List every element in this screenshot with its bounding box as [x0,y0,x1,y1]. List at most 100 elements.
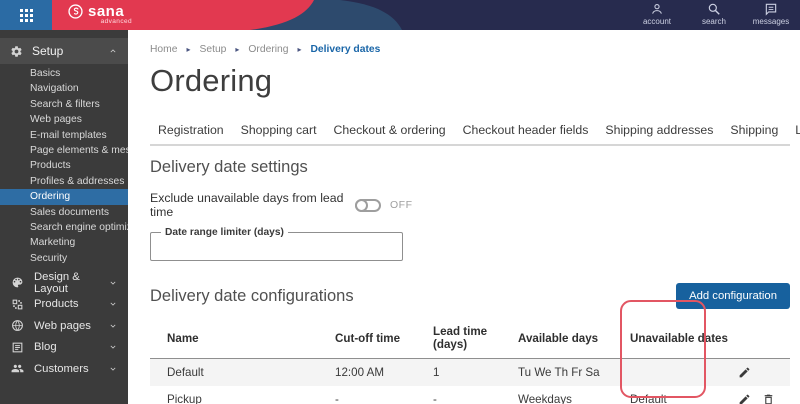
tab[interactable]: Shipping addresses [605,123,713,144]
sidebar-subitem[interactable]: Page elements & messages [0,143,128,158]
top-bar: sana advanced account search messages [0,0,800,30]
exclude-unavailable-days-toggle[interactable] [355,198,381,212]
date-range-limiter-input[interactable] [159,241,394,255]
column-header-available-days: Available days [518,319,630,359]
chevron-down-icon [110,345,116,349]
configurations-header: Delivery date configurations Add configu… [150,283,790,309]
account-label: account [642,17,672,26]
cell-name: Default [167,366,204,379]
search-label: search [701,17,726,26]
cell-cutoff-time: - [335,393,339,404]
sidebar-subitem[interactable]: Basics [0,66,128,81]
date-range-limiter-field: Date range limiter (days) [150,227,403,261]
search-icon [708,3,720,15]
palette-icon [12,277,23,288]
tab[interactable]: Checkout header fields [463,123,589,144]
sana-logo[interactable]: sana [68,4,124,19]
search-button[interactable]: search [693,2,735,26]
sidebar-subitem[interactable]: Marketing [0,235,128,250]
account-icon [652,4,662,14]
delivery-date-settings-heading: Delivery date settings [150,158,308,176]
configurations-table: Name Cut-off time Lead time (days) Avail… [150,319,790,404]
tab[interactable]: Shopping cart [241,123,317,144]
delivery-date-configurations-heading: Delivery date configurations [150,286,354,305]
breadcrumb-separator-icon: ▸ [186,45,191,54]
exclude-unavailable-days-row: Exclude unavailable days from lead time … [150,191,790,219]
tab[interactable]: Locations [795,123,800,144]
column-header-unavailable-dates: Unavailable dates [630,319,735,359]
tab[interactable]: Shipping [730,123,778,144]
edit-pencil-icon[interactable] [738,393,751,404]
sidebar-subitem[interactable]: Profiles & addresses [0,174,128,189]
row-actions [735,393,790,404]
tab-bar: Registration Shopping cart Checkout & or… [150,123,800,146]
blog-article-icon [12,342,23,353]
tab[interactable]: Registration [158,123,224,144]
cell-name: Pickup [167,393,202,404]
cell-lead-time: - [433,393,437,404]
sidebar-item-design-layout[interactable]: Design & Layout [0,271,128,295]
sidebar-section-label: Products [34,298,79,311]
cell-available-days: Tu We Th Fr Sa [518,366,600,379]
sidebar-item-blog[interactable]: Blog [0,337,128,359]
cell-unavailable-dates [630,359,735,387]
cell-lead-time: 1 [433,366,440,379]
sidebar-subitem[interactable]: E-mail templates [0,128,128,143]
messages-icon [765,3,777,16]
messages-button[interactable]: messages [750,2,792,26]
breadcrumb: Home ▸ Setup ▸ Ordering ▸ Delivery dates [150,44,790,55]
tab[interactable]: Checkout & ordering [334,123,446,144]
sidebar-item-setup[interactable]: Setup [0,38,128,64]
add-configuration-button[interactable]: Add configuration [676,283,790,309]
setup-submenu: Basics Navigation Search & filters Web p… [0,66,128,266]
sidebar-subitem[interactable]: Security [0,251,128,266]
sidebar-item-web-pages[interactable]: Web pages [0,315,128,337]
sidebar-subitem[interactable]: Ordering [0,189,128,205]
sidebar-subitem[interactable]: Search engine optimization [0,220,128,235]
chevron-up-icon [110,49,116,53]
sidebar-section-label: Blog [34,341,57,354]
date-range-limiter-label: Date range limiter (days) [165,227,284,238]
table-row: Pickup - - Weekdays Default [150,386,790,404]
breadcrumb-home[interactable]: Home [150,44,177,55]
brand-edition: advanced [100,18,132,25]
sidebar-item-products[interactable]: Products [0,294,128,316]
sana-logo-icon [68,4,83,19]
cell-unavailable-dates: Default [630,393,667,404]
products-grid-icon [12,299,23,310]
column-header-cutoff: Cut-off time [335,319,433,359]
chevron-down-icon [110,367,116,371]
app-grid-button[interactable] [0,0,52,30]
cell-available-days: Weekdays [518,393,572,404]
table-header-row: Name Cut-off time Lead time (days) Avail… [150,319,790,359]
page-title: Ordering [150,63,273,98]
row-actions [735,366,790,379]
toggle-label: Exclude unavailable days from lead time [150,191,344,219]
sidebar-section-label: Web pages [34,319,91,332]
sidebar-subitem[interactable]: Search & filters [0,97,128,112]
sidebar-subitem[interactable]: Products [0,158,128,173]
apps-grid-icon [19,8,33,22]
cell-cutoff-time: 12:00 AM [335,366,384,379]
sidebar-section-label: Customers [34,362,89,375]
account-button[interactable]: account [636,2,678,26]
toggle-knob [355,198,368,212]
gear-icon [11,45,22,57]
sidebar-subitem[interactable]: Sales documents [0,205,128,220]
breadcrumb-setup[interactable]: Setup [199,44,226,55]
topbar-actions: account search messages [636,2,792,26]
breadcrumb-current: Delivery dates [310,44,381,55]
toggle-state-label: OFF [390,199,413,211]
breadcrumb-ordering[interactable]: Ordering [248,44,288,55]
sidebar-subitem[interactable]: Web pages [0,112,128,127]
breadcrumb-separator-icon: ▸ [235,45,240,54]
messages-label: messages [752,17,790,26]
app-window: sana advanced account search messages Se… [0,0,800,404]
chevron-down-icon [110,281,116,285]
customers-people-icon [11,365,24,373]
column-header-lead-time: Lead time (days) [433,319,518,359]
sidebar-subitem[interactable]: Navigation [0,81,128,96]
delete-trash-icon[interactable] [762,393,775,404]
sidebar-item-customers[interactable]: Customers [0,358,128,380]
edit-pencil-icon[interactable] [738,366,751,379]
